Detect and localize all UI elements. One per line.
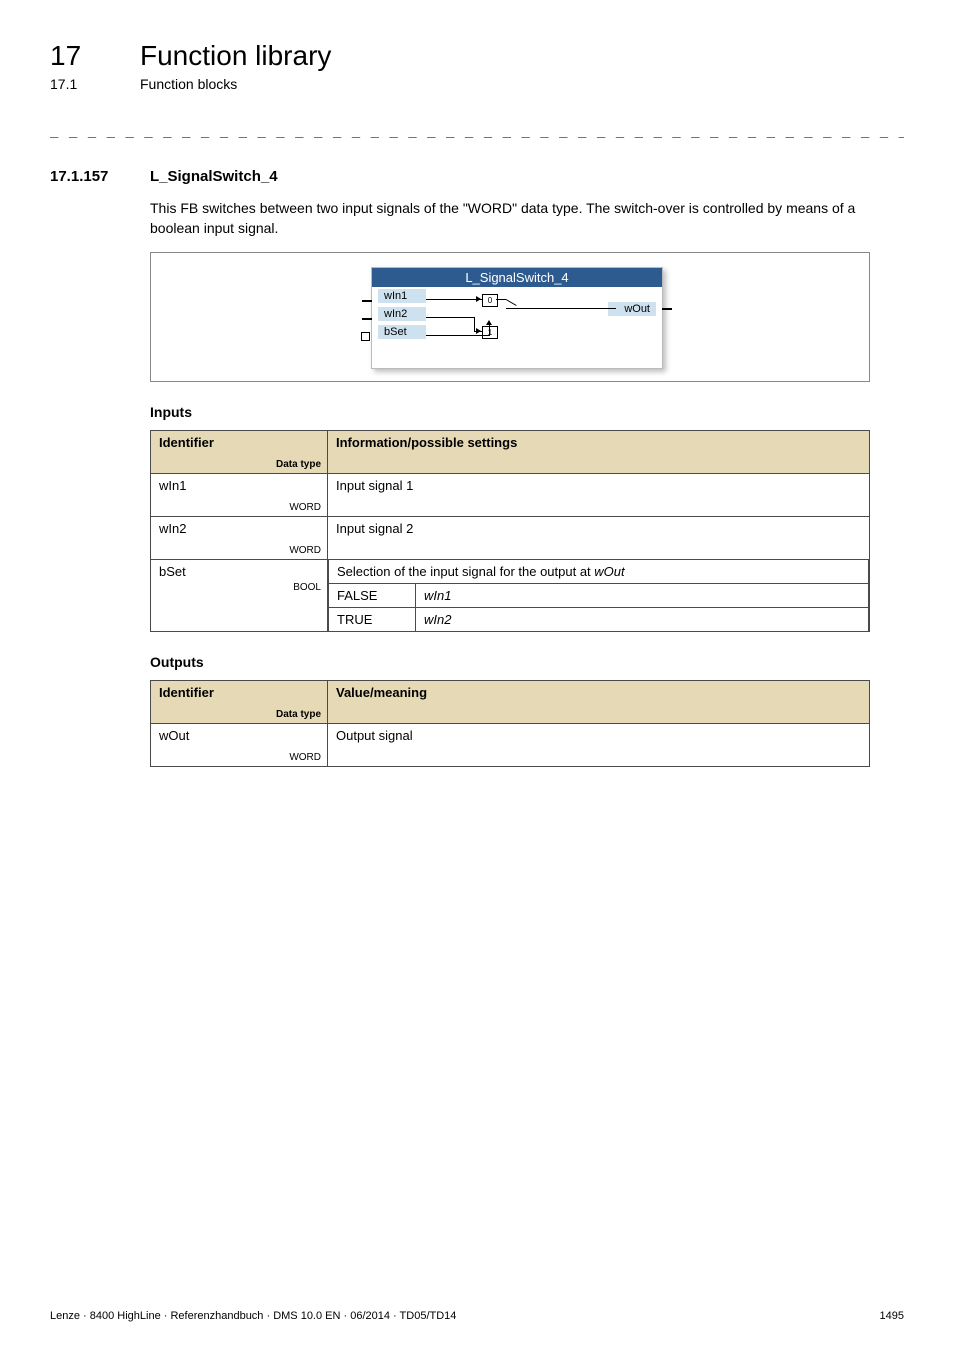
bool-port-icon [361,332,370,341]
bset-false-label: FALSE [329,584,416,608]
col-identifier: Identifier [159,685,319,700]
port-bset: bSet [378,325,426,339]
chapter-title: Function library [140,40,331,72]
description-paragraph: This FB switches between two input signa… [150,199,904,238]
wire [426,299,482,300]
input-type: BOOL [293,582,321,593]
inputs-table: Identifier Data type Information/possibl… [150,430,870,632]
wire [489,324,490,336]
bset-true-label: TRUE [329,608,416,632]
col-datatype: Data type [276,459,321,470]
switch-pos-1: 1 [482,326,498,339]
bset-true-val: wIn2 [416,608,869,632]
output-type: WORD [289,752,321,763]
footer-left: Lenze · 8400 HighLine · Referenzhandbuch… [50,1310,456,1322]
outputs-heading: Outputs [150,654,904,670]
block-title: L_SignalSwitch_4 [372,268,662,287]
wire [506,308,616,309]
section-title: Function blocks [140,76,237,92]
block-box: L_SignalSwitch_4 wIn1 wIn2 bSet wOut 0 1 [371,267,663,369]
port-win1: wIn1 [378,289,426,303]
table-row: bSet BOOL Selection of the input signal … [151,560,870,632]
section-number: 17.1 [50,76,110,92]
inputs-heading: Inputs [150,404,904,420]
col-identifier: Identifier [159,435,319,450]
output-name: wOut [159,728,319,743]
input-desc: Input signal 2 [328,517,870,560]
wire-stub [362,318,372,320]
switch-pos-0: 0 [482,294,498,307]
input-name: wIn2 [159,521,319,536]
separator: _ _ _ _ _ _ _ _ _ _ _ _ _ _ _ _ _ _ _ _ … [50,122,904,138]
block-diagram: L_SignalSwitch_4 wIn1 wIn2 bSet wOut 0 1 [150,252,870,382]
table-row: wIn2 WORD Input signal 2 [151,517,870,560]
bset-false-val: wIn1 [416,584,869,608]
wire [426,317,474,318]
col-info: Information/possible settings [328,431,870,474]
table-row: wIn1 WORD Input signal 1 [151,474,870,517]
port-wout: wOut [608,302,656,316]
input-type: WORD [289,502,321,513]
arrowhead-icon [476,328,481,334]
input-desc: Input signal 1 [328,474,870,517]
bset-desc: Selection of the input signal for the ou… [329,560,869,584]
bset-options: Selection of the input signal for the ou… [328,560,869,631]
chapter-number: 17 [50,40,110,72]
arrowhead-icon [476,296,481,302]
wire [426,335,489,336]
wire-stub [662,308,672,310]
input-name: wIn1 [159,478,319,493]
port-win2: wIn2 [378,307,426,321]
input-name: bSet [159,564,319,579]
wire-stub [362,300,372,302]
col-value: Value/meaning [328,681,870,724]
table-row: wOut WORD Output signal [151,724,870,767]
footer-page-number: 1495 [880,1310,904,1322]
wire [474,317,475,331]
subsection-name: L_SignalSwitch_4 [150,168,278,185]
output-desc: Output signal [328,724,870,767]
col-datatype: Data type [276,709,321,720]
input-type: WORD [289,545,321,556]
subsection-number: 17.1.157 [50,168,130,185]
arrowhead-icon [486,320,492,325]
outputs-table: Identifier Data type Value/meaning wOut … [150,680,870,767]
